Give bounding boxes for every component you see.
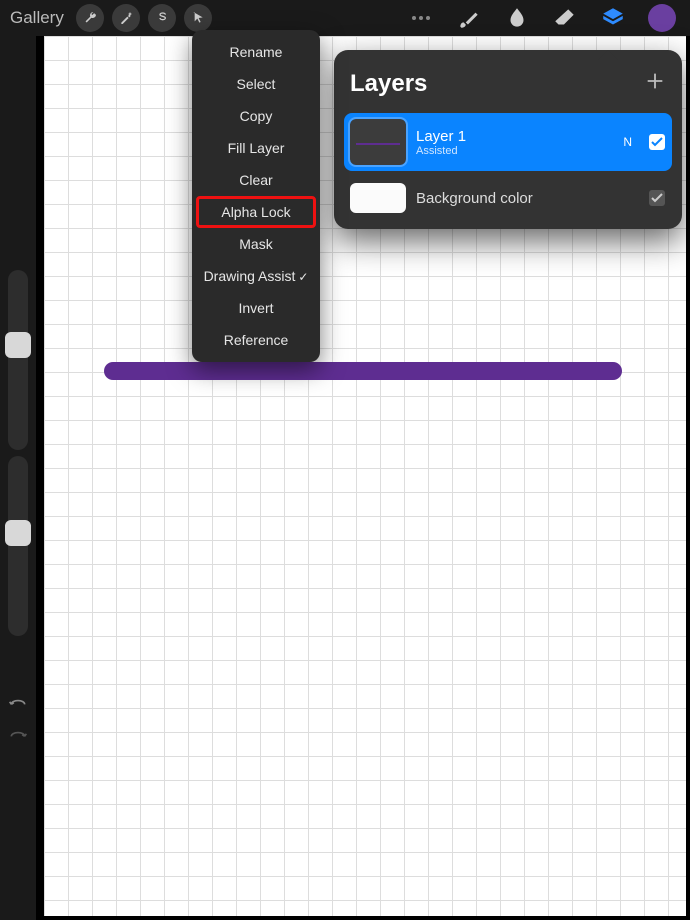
layer-row-background[interactable]: Background color (344, 177, 672, 219)
layers-icon (600, 5, 626, 31)
layers-panel-header: Layers (344, 64, 672, 113)
undo-icon (8, 695, 28, 707)
brush-tool-button[interactable] (456, 5, 482, 31)
plus-icon (644, 70, 666, 92)
redo-icon (8, 727, 28, 739)
undo-button[interactable] (6, 692, 30, 710)
ellipsis-icon (412, 16, 430, 20)
layer-blend-mode-badge[interactable]: N (623, 135, 632, 149)
adjustments-wand-button[interactable] (112, 4, 140, 32)
ctx-clear[interactable]: Clear (192, 164, 320, 196)
ctx-rename[interactable]: Rename (192, 36, 320, 68)
check-icon: ✓ (298, 270, 308, 284)
brush-icon (456, 5, 482, 31)
cursor-arrow-icon (190, 10, 206, 26)
eraser-icon (552, 5, 578, 31)
layers-panel: Layers Layer 1 Assisted N Background col… (334, 50, 682, 229)
opacity-slider-thumb[interactable] (5, 520, 31, 546)
layer-thumbnail-content (356, 143, 400, 145)
layer-info: Background color (416, 190, 638, 207)
ctx-drawing-assist-label: Drawing Assist (204, 268, 296, 284)
checkbox-checked-icon (648, 189, 666, 207)
gallery-button[interactable]: Gallery (6, 8, 68, 28)
ctx-invert[interactable]: Invert (192, 292, 320, 324)
layer-info: Layer 1 Assisted (416, 128, 613, 157)
ctx-mask[interactable]: Mask (192, 228, 320, 260)
layers-panel-title: Layers (350, 70, 427, 98)
eraser-tool-button[interactable] (552, 5, 578, 31)
layer-row-layer1[interactable]: Layer 1 Assisted N (344, 113, 672, 171)
selection-s-icon (154, 10, 170, 26)
ctx-copy[interactable]: Copy (192, 100, 320, 132)
redo-button[interactable] (6, 724, 30, 742)
brush-size-slider-track[interactable] (8, 270, 28, 450)
actions-wrench-button[interactable] (76, 4, 104, 32)
top-toolbar: Gallery (0, 0, 690, 36)
layer-thumbnail-background (350, 183, 406, 213)
add-layer-button[interactable] (644, 68, 666, 99)
layer-name-label: Layer 1 (416, 128, 613, 145)
ctx-fill-layer[interactable]: Fill Layer (192, 132, 320, 164)
ctx-reference[interactable]: Reference (192, 324, 320, 356)
layer-subtitle-label: Assisted (416, 145, 613, 157)
more-options-button[interactable] (408, 5, 434, 31)
layer-visibility-checkbox[interactable] (648, 133, 666, 151)
color-picker-button[interactable] (648, 4, 676, 32)
layer-visibility-checkbox[interactable] (648, 189, 666, 207)
smudge-tool-button[interactable] (504, 5, 530, 31)
layer-context-menu: Rename Select Copy Fill Layer Clear Alph… (192, 30, 320, 362)
left-sidebar (0, 36, 36, 920)
brush-size-slider-thumb[interactable] (5, 332, 31, 358)
ctx-alpha-lock[interactable]: Alpha Lock (196, 196, 316, 228)
layer-name-label: Background color (416, 190, 638, 207)
top-right-tools (408, 4, 684, 32)
opacity-slider-track[interactable] (8, 456, 28, 636)
checkbox-checked-icon (648, 133, 666, 151)
transform-tool-button[interactable] (184, 4, 212, 32)
smudge-icon (504, 5, 530, 31)
wand-icon (118, 10, 134, 26)
wrench-icon (82, 10, 98, 26)
drawn-stroke (104, 362, 622, 380)
ctx-select[interactable]: Select (192, 68, 320, 100)
layers-button[interactable] (600, 5, 626, 31)
selection-tool-button[interactable] (148, 4, 176, 32)
ctx-drawing-assist[interactable]: Drawing Assist✓ (192, 260, 320, 292)
layer-thumbnail (350, 119, 406, 165)
